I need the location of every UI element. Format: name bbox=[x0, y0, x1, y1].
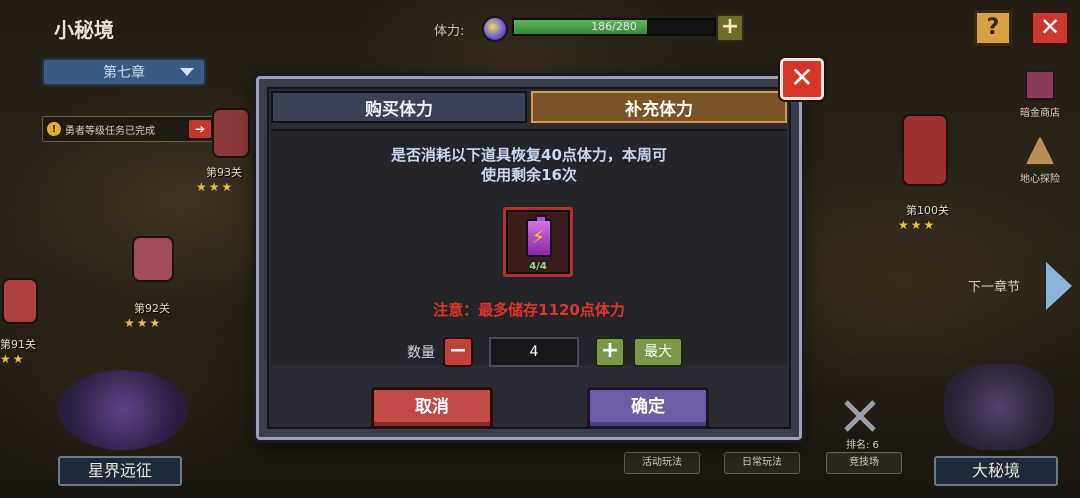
description-line-1: 是否消耗以下道具恢复40点体力，本周可 bbox=[391, 146, 667, 164]
increase-quantity-button[interactable]: + bbox=[595, 337, 625, 367]
dialog-close-icon[interactable]: ✕ bbox=[780, 58, 824, 100]
warning-text: 注意：最多储存1120点体力 bbox=[433, 301, 625, 319]
item-slot[interactable]: ⚡ 4/4 bbox=[503, 207, 573, 277]
dialog-content: 是否消耗以下道具恢复40点体力，本周可 使用剩余16次 ⚡ 4/4 注意：最多储… bbox=[271, 129, 787, 367]
item-count: 4/4 bbox=[529, 261, 547, 272]
tab-refill-stamina[interactable]: 补充体力 bbox=[531, 91, 787, 123]
stamina-dialog: 购买体力 补充体力 是否消耗以下道具恢复40点体力，本周可 使用剩余16次 ⚡ … bbox=[256, 76, 802, 440]
quantity-input[interactable]: 4 bbox=[489, 337, 579, 367]
quantity-row: 数量 − 4 + 最大 bbox=[407, 337, 683, 367]
dialog-panel: 购买体力 补充体力 是否消耗以下道具恢复40点体力，本周可 使用剩余16次 ⚡ … bbox=[267, 87, 791, 429]
cancel-button[interactable]: 取消 bbox=[371, 387, 493, 429]
dialog-description: 是否消耗以下道具恢复40点体力，本周可 使用剩余16次 bbox=[271, 145, 787, 185]
decrease-quantity-button[interactable]: − bbox=[443, 337, 473, 367]
battery-icon: ⚡ bbox=[526, 215, 552, 257]
description-line-2: 使用剩余16次 bbox=[481, 166, 577, 184]
tab-buy-stamina[interactable]: 购买体力 bbox=[271, 91, 527, 123]
confirm-button[interactable]: 确定 bbox=[587, 387, 709, 429]
quantity-label: 数量 bbox=[407, 345, 435, 361]
lightning-icon: ⚡ bbox=[532, 227, 545, 248]
max-quantity-button[interactable]: 最大 bbox=[633, 337, 683, 367]
dialog-tabs: 购买体力 补充体力 bbox=[269, 89, 789, 125]
